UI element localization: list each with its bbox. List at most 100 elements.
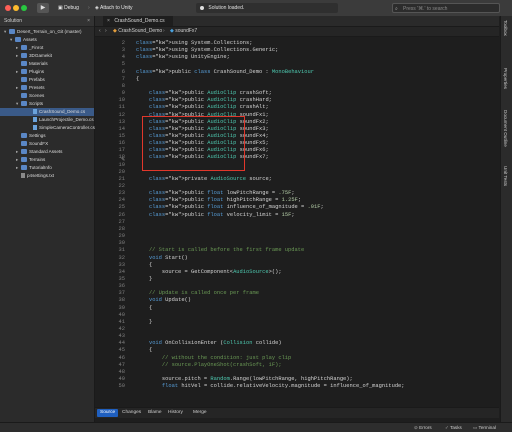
tree-item[interactable]: Settings (0, 132, 94, 140)
attach-to-unity-button[interactable]: ◈ Attach to Unity (95, 3, 133, 13)
solution-pad: Solution × ▾ Desert_Terrain_on_Git (maste… (0, 16, 95, 423)
tree-item[interactable]: ▸ Presets (0, 84, 94, 92)
tree-item[interactable]: Materials (0, 60, 94, 68)
tree-item[interactable]: SimpleCameraController.cs (0, 124, 95, 132)
breadcrumb-separator-icon: › (163, 28, 165, 34)
code-editor[interactable]: 2 class="kw">using System.Collections; 3 cl… (95, 37, 499, 407)
code-text: class="kw">using System.Collections.Gene… (136, 47, 279, 54)
line-number: 4 (121, 54, 125, 61)
line-number: 8 (121, 82, 125, 89)
code-line: 22 (95, 183, 499, 190)
unit-tests-tab[interactable]: Unit Tests (503, 166, 508, 186)
close-window-button[interactable] (5, 5, 11, 11)
tree-item[interactable]: ▸ Plugins (0, 68, 94, 76)
code-text: void Start() (148, 254, 188, 261)
code-line: 44 void OnCollisionEnter (Collision coll… (95, 340, 499, 347)
code-text: class="kw">using UnityEngine; (136, 54, 230, 61)
tree-item[interactable]: p4settings.txt (0, 172, 94, 180)
line-number: 27 (118, 218, 125, 225)
tree-item[interactable]: Prefabs (0, 76, 94, 84)
line-number: 43 (118, 333, 125, 340)
tab-changes-label: Changes (122, 410, 142, 415)
tree-item[interactable]: SoundFX (0, 140, 94, 148)
tab-history[interactable]: History (165, 409, 186, 417)
code-text: } (136, 318, 153, 325)
folder-icon (21, 69, 27, 75)
code-text: class="kw">public class CrashSound_Demo … (136, 68, 314, 75)
code-line: 11 class="kw">public AudioClip crashAlt; (95, 104, 499, 111)
line-number: 7 (121, 75, 125, 82)
line-number: 40 (118, 311, 125, 318)
toolbox-tab[interactable]: Toolbox (503, 20, 508, 36)
tree-item[interactable]: LaunchProjectile_Demo.cs (0, 116, 94, 124)
zoom-window-button[interactable] (21, 5, 27, 11)
run-button[interactable]: ▶ (37, 3, 49, 13)
code-line: 35 } (95, 276, 499, 283)
tab-crashsound-demo[interactable]: × CrashSound_Demo.cs (103, 16, 173, 26)
unity-icon: ◈ (95, 5, 99, 11)
highlight-box (142, 116, 245, 171)
line-number: 28 (118, 225, 125, 232)
line-number: 9 (121, 90, 125, 97)
tree-item[interactable]: ▸ _Finrot (0, 44, 94, 52)
tree-item[interactable]: ▾ Assets (0, 36, 94, 44)
code-line: 45 { (95, 347, 499, 354)
tree-item[interactable]: ▸ Terrains (0, 156, 94, 164)
tree-item[interactable]: Scenes (0, 92, 94, 100)
breadcrumb-member[interactable]: ◆ soundFx7 (170, 27, 197, 36)
document-outline-tab[interactable]: Document Outline (503, 110, 508, 147)
line-number: 22 (118, 183, 125, 189)
nav-forward-icon[interactable]: › (105, 27, 107, 36)
code-text: class="kw">public AudioClip crashHard; (148, 97, 272, 104)
document-tabbar: × CrashSound_Demo.cs (95, 16, 499, 27)
code-line: 32 void Start() (95, 255, 499, 262)
search-input[interactable]: ⌕ Press '⌘.' to search (392, 3, 500, 13)
code-line: 37 // Update is called once per frame (95, 290, 499, 297)
class-icon: ◆ (113, 28, 117, 34)
folder-icon (21, 133, 27, 139)
code-line: 29 (95, 233, 499, 240)
code-text: // Update is called once per frame (136, 290, 259, 297)
code-text: source.pitch = Random.Range(lowPitchRang… (136, 376, 353, 383)
line-number: 6 (121, 68, 125, 75)
properties-tab[interactable]: Properties (503, 68, 508, 89)
tree-item[interactable]: ▾ Scripts (0, 100, 94, 108)
tree-item[interactable]: ▸ 3DGamekit (0, 52, 94, 60)
code-line: 48 (95, 369, 499, 376)
code-text: class="kw">public AudioClip crashAlt; (148, 104, 269, 111)
code-text: void OnCollisionEnter (Collision collide… (148, 340, 282, 347)
folder-icon (21, 101, 27, 107)
attach-label: Attach to Unity (99, 5, 133, 11)
folder-icon (21, 149, 27, 155)
code-text: { (136, 75, 140, 82)
code-line: 21 class="kw">private AudioSource source… (95, 176, 499, 183)
tree-item[interactable]: ▾ Desert_Terrain_on_Git (master) (0, 28, 94, 36)
folder-icon (15, 37, 21, 43)
close-tab-icon[interactable]: × (107, 18, 110, 24)
breadcrumb-member-label: soundFx7 (175, 28, 198, 34)
breadcrumb-class[interactable]: ◆ CrashSound_Demo (113, 27, 162, 36)
line-number: 31 (118, 247, 125, 254)
tab-changes[interactable]: Changes (119, 409, 144, 417)
tab-source[interactable]: Source (97, 409, 119, 417)
line-number: 2 (121, 40, 125, 46)
tab-merge[interactable]: Merge (190, 409, 210, 417)
close-icon[interactable]: × (87, 16, 90, 26)
right-pad-strip: Toolbox Properties Document Outline Unit… (500, 16, 512, 423)
line-number: 47 (118, 361, 125, 368)
line-number: 25 (118, 204, 125, 211)
config-select[interactable]: ▣ Debug (58, 3, 79, 13)
tree-item[interactable]: ▸ TutorialInfo (0, 164, 94, 172)
code-line: 34 source = GetComponent<AudioSource>(); (95, 269, 499, 276)
tree-item[interactable]: CrashSound_Demo.cs (0, 108, 94, 116)
tree-item-label: Settings (29, 133, 46, 138)
tab-blame[interactable]: Blame (145, 409, 165, 417)
code-text: class="kw">public float lowPitchRange = … (148, 190, 295, 197)
code-text: class="kw">public float highPitchRange =… (148, 197, 302, 204)
tree-item[interactable]: ▸ Standard Assets (0, 148, 94, 156)
nav-back-icon[interactable]: ‹ (99, 27, 101, 36)
breadcrumb: ‹ › ◆ CrashSound_Demo › ◆ soundFx7 (95, 27, 499, 37)
line-number: 5 (121, 61, 125, 68)
tree-item-label: p4settings.txt (27, 173, 55, 178)
minimize-window-button[interactable] (13, 5, 19, 11)
